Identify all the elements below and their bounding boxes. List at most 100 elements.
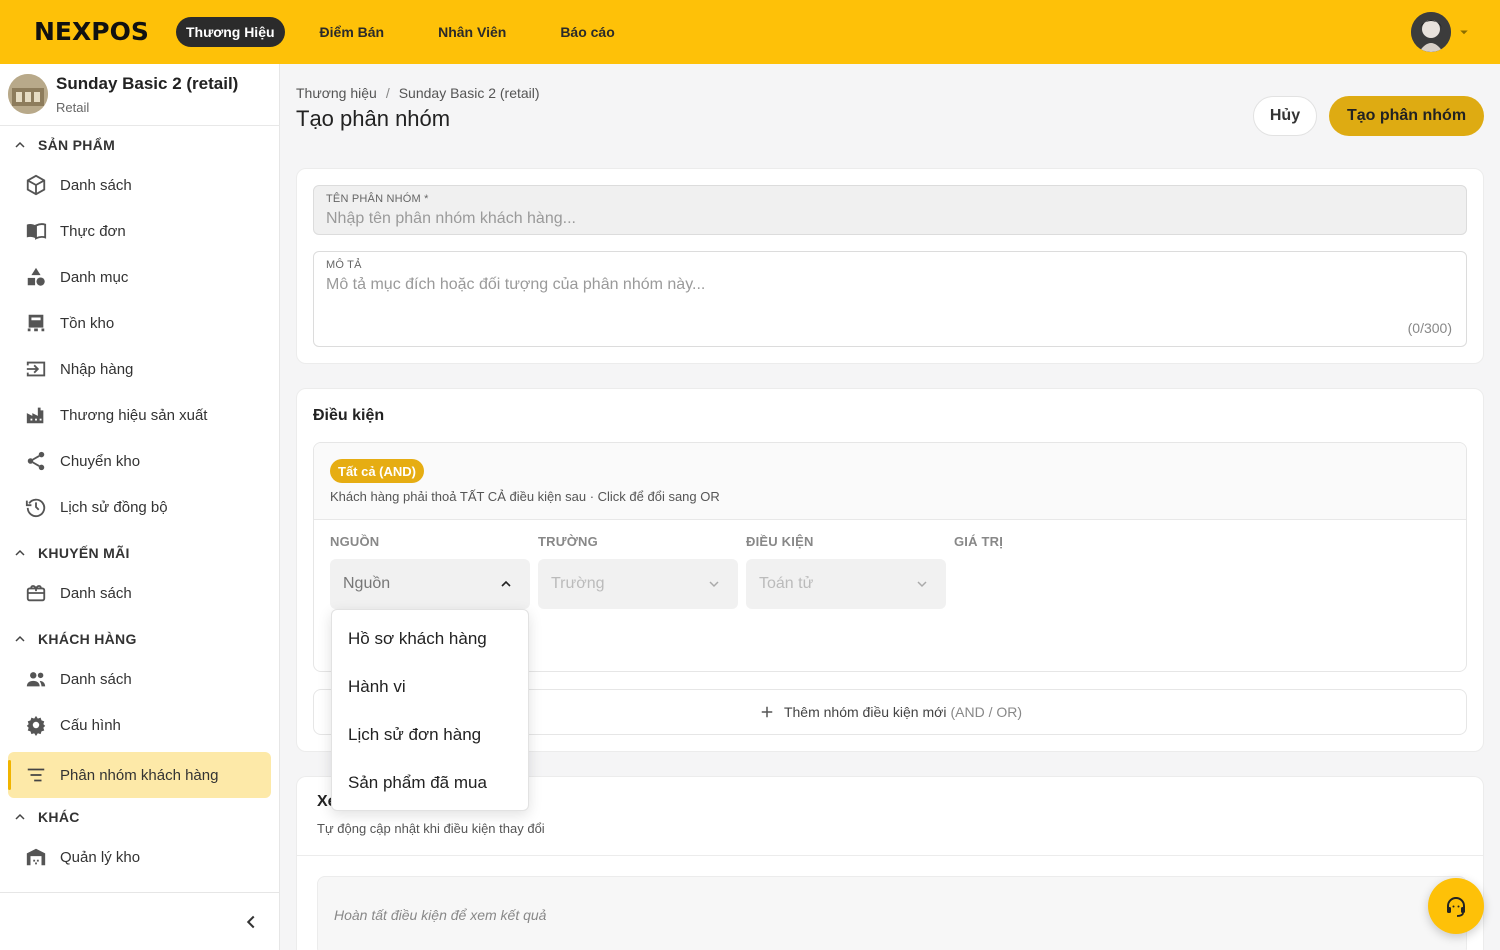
- cancel-button[interactable]: Hủy: [1253, 96, 1317, 136]
- description-field[interactable]: MÔ TẢ Mô tả mục đích hoặc đối tượng của …: [313, 251, 1467, 347]
- select-value: Nguồn: [343, 575, 391, 592]
- page-title: Tạo phân nhóm: [296, 106, 451, 131]
- add-group-hint: (AND / OR): [950, 704, 1023, 720]
- char-counter: (0/300): [1407, 320, 1452, 336]
- store-header[interactable]: Sunday Basic 2 (retail) Retail: [8, 74, 238, 115]
- nav-bao-cao[interactable]: Báo cáo: [550, 17, 624, 47]
- conditions-title: Điều kiện: [313, 407, 385, 424]
- section-khach-hang[interactable]: KHÁCH HÀNG: [12, 631, 137, 647]
- chevron-down-icon: [917, 581, 927, 588]
- nav-nhan-vien[interactable]: Nhân Viên: [428, 17, 516, 47]
- sidebar-item-cau-hinh[interactable]: Cấu hình: [8, 702, 271, 748]
- sidebar-item-label: Danh mục: [60, 268, 129, 286]
- chevron-down-icon: [709, 581, 719, 588]
- category-icon: [24, 265, 48, 289]
- breadcrumb-separator: /: [385, 85, 390, 101]
- section-title: KHUYẾN MÃI: [38, 545, 130, 561]
- column-label-field: TRƯỜNG: [538, 534, 598, 549]
- divider: [0, 125, 280, 126]
- main-content: Thương hiệu / Sunday Basic 2 (retail) Tạ…: [280, 64, 1500, 950]
- logic-toggle-badge[interactable]: Tất cả (AND): [330, 459, 425, 483]
- field-label: TÊN PHÂN NHÓM *: [326, 193, 429, 205]
- section-title: SẢN PHẨM: [38, 137, 116, 153]
- gift-card-icon: [24, 581, 48, 605]
- store-name: Sunday Basic 2 (retail): [56, 74, 239, 93]
- breadcrumb: Thương hiệu / Sunday Basic 2 (retail): [296, 85, 540, 101]
- nav-thuong-hieu[interactable]: Thương Hiệu: [176, 17, 285, 47]
- sidebar-item-label: Danh sách: [60, 584, 132, 602]
- nav-diem-ban[interactable]: Điểm Bán: [310, 17, 395, 47]
- people-icon: [24, 667, 48, 691]
- cube-icon: [24, 173, 48, 197]
- breadcrumb-current[interactable]: Sunday Basic 2 (retail): [399, 85, 540, 101]
- user-menu[interactable]: [1411, 12, 1473, 52]
- source-select[interactable]: Nguồn: [330, 559, 530, 609]
- section-san-pham[interactable]: SẢN PHẨM: [12, 137, 115, 153]
- chevron-up-icon: [501, 580, 511, 587]
- preview-empty-text: Hoàn tất điều kiện để xem kết quả: [334, 907, 547, 923]
- chevron-up-icon: [15, 141, 25, 148]
- sidebar-item-thuc-don[interactable]: Thực đơn: [8, 208, 271, 254]
- divider: [297, 855, 1483, 856]
- add-group-label: Thêm nhóm điều kiện mới: [783, 704, 947, 720]
- dropdown-option-ho-so-khach-hang[interactable]: Hồ sơ khách hàng: [348, 629, 487, 649]
- source-dropdown-menu: Hồ sơ khách hàng Hành vi Lịch sử đơn hàn…: [331, 609, 529, 811]
- warehouse-icon: [24, 311, 48, 335]
- section-khac[interactable]: KHÁC: [12, 809, 80, 825]
- user-avatar[interactable]: [1411, 12, 1451, 52]
- section-title: KHÁCH HÀNG: [38, 631, 137, 647]
- sidebar-item-danh-sach-khuyen-mai[interactable]: Danh sách: [8, 570, 271, 616]
- dropdown-option-san-pham-da-mua[interactable]: Sản phẩm đã mua: [348, 773, 487, 793]
- import-icon: [24, 357, 48, 381]
- field-placeholder: Mô tả mục đích hoặc đối tượng của phân n…: [326, 276, 706, 293]
- select-value: Toán tử: [759, 575, 814, 592]
- sidebar-item-danh-muc[interactable]: Danh mục: [8, 254, 271, 300]
- sidebar-item-thuong-hieu-san-xuat[interactable]: Thương hiệu sản xuất: [8, 392, 271, 438]
- field-select[interactable]: Trường: [538, 559, 738, 609]
- select-value: Trường: [551, 575, 605, 592]
- breadcrumb-root[interactable]: Thương hiệu: [296, 85, 377, 101]
- sidebar-item-phan-nhom-khach-hang[interactable]: Phân nhóm khách hàng: [8, 752, 271, 798]
- info-card: TÊN PHÂN NHÓM * Nhập tên phân nhóm khách…: [296, 168, 1484, 364]
- menu-book-icon: [24, 219, 48, 243]
- condition-group-header: Tất cả (AND) Khách hàng phải thoả TẤT CẢ…: [314, 443, 1466, 520]
- nexpos-logo[interactable]: NEXPOS: [34, 19, 149, 44]
- sidebar-item-ton-kho[interactable]: Tồn kho: [8, 300, 271, 346]
- history-icon: [24, 495, 48, 519]
- store-type: Retail: [56, 100, 90, 115]
- sidebar-item-label: Chuyển kho: [60, 452, 141, 470]
- create-group-button[interactable]: Tạo phân nhóm: [1329, 96, 1484, 136]
- sidebar-item-danh-sach-khach-hang[interactable]: Danh sách: [8, 656, 271, 702]
- chevron-up-icon: [15, 635, 25, 642]
- condition-group-desc: Khách hàng phải thoả TẤT CẢ điều kiện sa…: [330, 489, 720, 504]
- sidebar-item-quan-ly-kho[interactable]: Quản lý kho: [8, 834, 271, 880]
- section-title: KHÁC: [38, 809, 80, 825]
- sidebar-item-lich-su-dong-bo[interactable]: Lịch sử đồng bộ: [8, 484, 271, 530]
- chevron-up-icon: [15, 813, 25, 820]
- section-khuyen-mai[interactable]: KHUYẾN MÃI: [12, 545, 130, 561]
- sidebar-item-label: Danh sách: [60, 670, 132, 688]
- field-placeholder: Nhập tên phân nhóm khách hàng...: [326, 210, 576, 227]
- dropdown-option-lich-su-don-hang[interactable]: Lịch sử đơn hàng: [348, 725, 481, 745]
- sidebar-item-label: Lịch sử đồng bộ: [60, 498, 168, 516]
- sidebar-item-chuyen-kho[interactable]: Chuyển kho: [8, 438, 271, 484]
- filter-list-icon: [24, 763, 48, 787]
- column-label-operator: ĐIỀU KIỆN: [746, 534, 814, 549]
- field-label: MÔ TẢ: [326, 259, 362, 271]
- sidebar-footer: [0, 892, 280, 950]
- sidebar-item-label: Danh sách: [60, 176, 132, 194]
- preview-empty-state: Hoàn tất điều kiện để xem kết quả: [317, 876, 1467, 950]
- top-nav: Thương Hiệu Điểm Bán Nhân Viên Báo cáo: [176, 17, 659, 47]
- chevron-down-icon[interactable]: [1455, 23, 1473, 41]
- sidebar-item-nhap-hang[interactable]: Nhập hàng: [8, 346, 271, 392]
- store-avatar: [8, 74, 48, 114]
- dropdown-option-hanh-vi[interactable]: Hành vi: [348, 677, 406, 697]
- group-name-field[interactable]: TÊN PHÂN NHÓM * Nhập tên phân nhóm khách…: [313, 185, 1467, 235]
- support-chat-button[interactable]: [1428, 878, 1484, 934]
- chevron-left-icon[interactable]: [240, 911, 262, 933]
- sidebar-item-danh-sach-san-pham[interactable]: Danh sách: [8, 162, 271, 208]
- sidebar-item-label: Nhập hàng: [60, 360, 134, 378]
- operator-select[interactable]: Toán tử: [746, 559, 946, 609]
- headset-icon: [1447, 897, 1465, 917]
- factory-icon: [24, 403, 48, 427]
